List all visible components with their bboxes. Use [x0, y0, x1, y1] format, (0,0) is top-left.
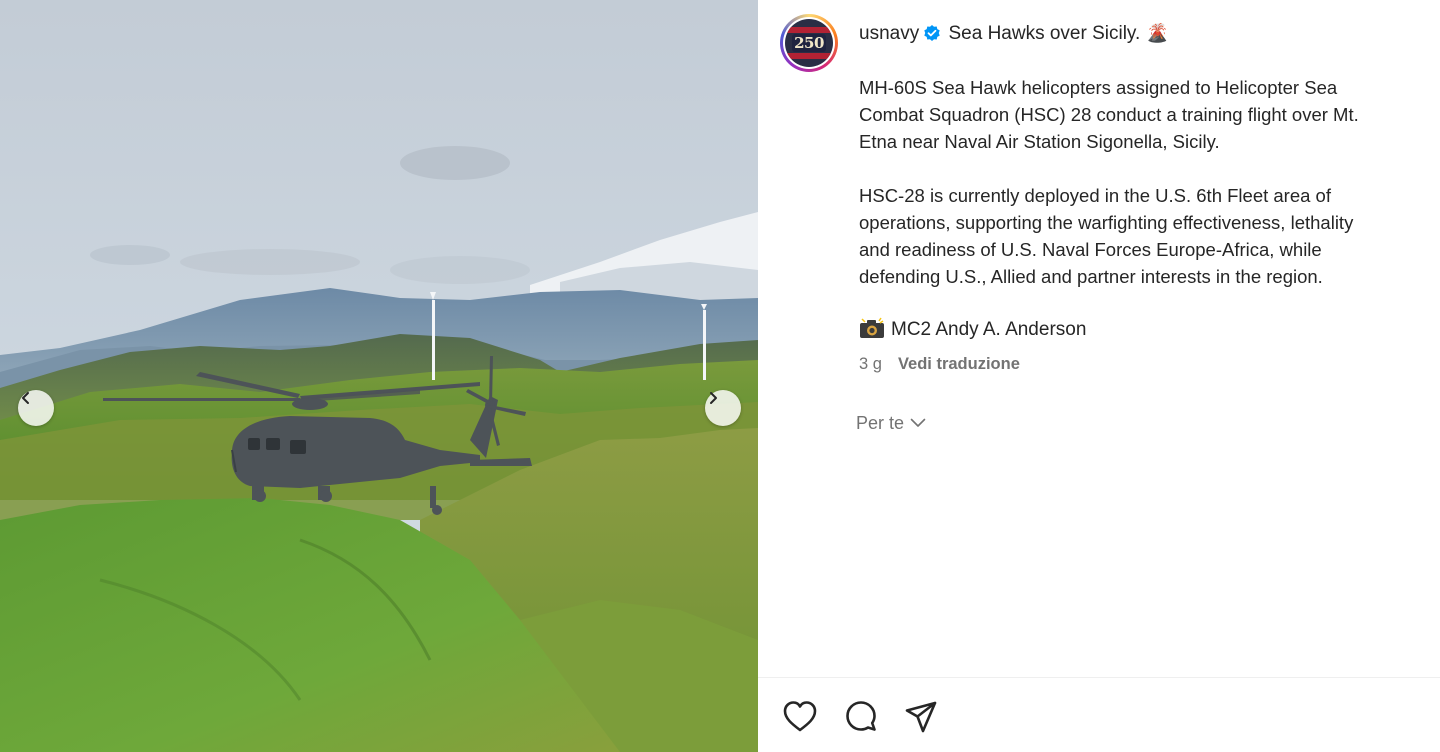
caption-line: MH-60S Sea Hawk helicopters assigned to … — [859, 77, 1338, 98]
caption-line: operations, supporting the warfighting e… — [859, 212, 1354, 233]
caption-line: Combat Squadron (HSC) 28 conduct a train… — [859, 104, 1359, 125]
caption-line: defending U.S., Allied and partner inter… — [859, 266, 1323, 287]
photo-credit: MC2 Andy A. Anderson — [859, 317, 1086, 343]
caption-paragraph-1: MH-60S Sea Hawk helicopters assigned to … — [859, 74, 1359, 155]
caption-header: usnavy Sea Hawks over Sicily. 🌋 — [859, 20, 1169, 47]
see-translation-link[interactable]: Vedi traduzione — [898, 355, 1020, 373]
volcano-icon: 🌋 — [1146, 23, 1169, 43]
verified-badge-icon — [924, 25, 940, 41]
like-button[interactable] — [782, 699, 818, 735]
caption-line: and readiness of U.S. Naval Forces Europ… — [859, 239, 1322, 260]
post-details-panel: 250 usnavy Sea Hawks over Sicily. 🌋 MH-60… — [758, 0, 1440, 752]
caption-paragraph-2: HSC-28 is currently deployed in the U.S.… — [859, 182, 1353, 290]
comment-icon — [846, 701, 876, 731]
post-meta: 3 g Vedi traduzione — [859, 353, 1020, 375]
share-button[interactable] — [903, 699, 939, 735]
camera-icon — [860, 317, 884, 338]
chevron-right-icon — [710, 392, 717, 404]
helicopter-photo — [0, 0, 758, 752]
post-photo[interactable] — [0, 0, 758, 752]
post-time: 3 g — [859, 355, 882, 373]
caption-line: Etna near Naval Air Station Sigonella, S… — [859, 131, 1220, 152]
chevron-down-icon — [910, 418, 926, 427]
comment-button[interactable] — [843, 699, 879, 735]
navy-250-logo: 250 — [785, 19, 833, 67]
profile-avatar[interactable]: 250 — [780, 14, 838, 72]
credit-name: MC2 Andy A. Anderson — [891, 319, 1087, 340]
paper-plane-icon — [905, 701, 937, 733]
carousel-prev-button[interactable] — [18, 390, 54, 426]
chevron-left-icon — [22, 392, 29, 404]
for-you-dropdown[interactable]: Per te — [856, 411, 926, 435]
username-link[interactable]: usnavy — [859, 23, 919, 44]
heart-icon — [783, 701, 817, 732]
post-title: Sea Hawks over Sicily. — [948, 23, 1141, 44]
caption-line: HSC-28 is currently deployed in the U.S.… — [859, 185, 1331, 206]
actions-divider — [758, 677, 1440, 678]
avatar-number: 250 — [792, 34, 826, 52]
for-you-label: Per te — [856, 413, 905, 433]
carousel-next-button[interactable] — [705, 390, 741, 426]
